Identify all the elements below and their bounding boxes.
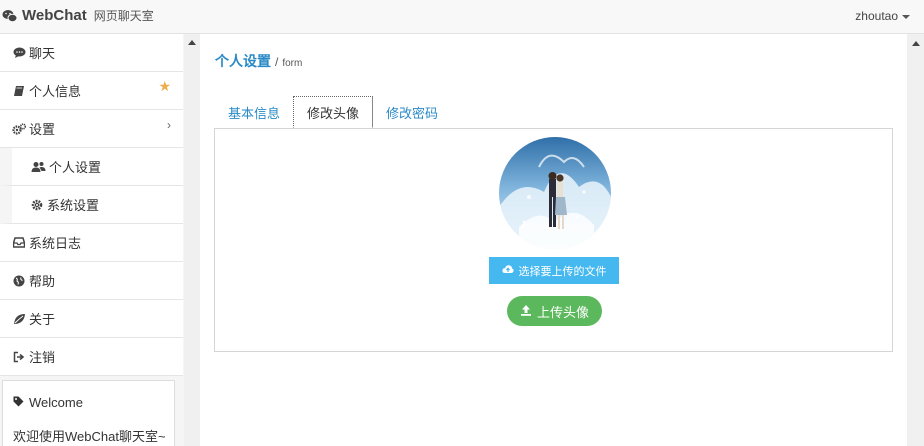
sidebar: 聊天 个人信息 ★ 设置 › 个人设置 系统设置 系统日志 帮助 关于 注销 W… xyxy=(0,34,200,446)
inbox-icon xyxy=(12,236,26,250)
sidebar-item-about[interactable]: 关于 xyxy=(0,300,183,338)
globe-icon xyxy=(12,274,26,288)
tag-icon xyxy=(13,395,24,410)
wechat-icon xyxy=(2,8,18,24)
sidebar-item-label: 注销 xyxy=(29,350,56,365)
scroll-up-icon[interactable] xyxy=(188,40,196,45)
breadcrumb-separator: / xyxy=(275,55,279,69)
avatar-image xyxy=(499,137,611,249)
sidebar-item-label: 帮助 xyxy=(29,274,56,289)
avatar-panel: 选择要上传的文件 上传头像 xyxy=(214,128,893,352)
sidebar-item-label: 个人信息 xyxy=(29,84,82,99)
upload-avatar-label: 上传头像 xyxy=(536,304,589,320)
welcome-title-text: Welcome xyxy=(29,395,83,410)
scroll-up-icon[interactable] xyxy=(912,41,920,46)
page-title: 个人设置 xyxy=(215,53,271,69)
sidebar-item-settings[interactable]: 设置 › xyxy=(0,110,183,148)
settings-tabs: 基本信息 修改头像 修改密码 xyxy=(215,96,451,128)
welcome-title: Welcome xyxy=(13,395,164,410)
top-navbar: WebChat 网页聊天室 zhoutao xyxy=(0,0,924,34)
welcome-panel: Welcome 欢迎使用WebChat聊天室~ xyxy=(2,380,175,446)
users-icon xyxy=(30,160,46,174)
sidebar-item-logout[interactable]: 注销 xyxy=(0,338,183,376)
brand[interactable]: WebChat 网页聊天室 xyxy=(2,7,154,24)
tab-basic-info[interactable]: 基本信息 xyxy=(215,96,293,128)
main-content: 个人设置 / form 基本信息 修改头像 修改密码 选择要上传的文件 上传头像 xyxy=(201,34,907,446)
comment-icon xyxy=(12,46,26,60)
sign-out-icon xyxy=(12,350,26,364)
upload-icon xyxy=(520,304,532,319)
gear-icon xyxy=(30,198,44,212)
tab-change-password[interactable]: 修改密码 xyxy=(373,96,451,128)
choose-file-label: 选择要上传的文件 xyxy=(518,265,607,278)
sidebar-item-label: 系统设置 xyxy=(47,198,100,213)
sidebar-subitem-system-settings[interactable]: 系统设置 xyxy=(0,186,183,224)
username: zhoutao xyxy=(855,9,898,23)
leaf-icon xyxy=(12,312,26,326)
sidebar-item-help[interactable]: 帮助 xyxy=(0,262,183,300)
sidebar-subitem-personal-settings[interactable]: 个人设置 xyxy=(0,148,183,186)
breadcrumb: 个人设置 / form xyxy=(215,51,302,71)
page-scrollbar[interactable] xyxy=(907,34,924,446)
app-name: WebChat xyxy=(22,7,87,24)
choose-file-button[interactable]: 选择要上传的文件 xyxy=(489,257,619,284)
upload-avatar-button[interactable]: 上传头像 xyxy=(507,296,602,326)
sidebar-item-profile[interactable]: 个人信息 ★ xyxy=(0,72,183,110)
book-icon xyxy=(12,84,26,98)
tab-change-avatar[interactable]: 修改头像 xyxy=(293,96,374,128)
user-menu[interactable]: zhoutao xyxy=(855,9,910,23)
sidebar-item-system-log[interactable]: 系统日志 xyxy=(0,224,183,262)
gears-icon xyxy=(12,122,26,136)
star-icon: ★ xyxy=(158,78,171,94)
sidebar-item-label: 聊天 xyxy=(29,46,56,61)
chevron-right-icon: › xyxy=(167,118,171,132)
sidebar-item-label: 关于 xyxy=(29,312,56,327)
sidebar-item-label: 个人设置 xyxy=(49,160,102,175)
app-subtitle: 网页聊天室 xyxy=(93,9,154,23)
sidebar-scrollbar[interactable] xyxy=(184,34,200,446)
breadcrumb-sub: form xyxy=(282,58,303,69)
sidebar-item-chat[interactable]: 聊天 xyxy=(0,34,183,72)
sidebar-item-label: 设置 xyxy=(29,122,56,137)
sidebar-item-label: 系统日志 xyxy=(29,236,82,251)
caret-down-icon xyxy=(902,15,910,19)
cloud-upload-icon xyxy=(501,264,514,277)
sidebar-nav: 聊天 个人信息 ★ 设置 › 个人设置 系统设置 系统日志 帮助 关于 注销 xyxy=(0,34,183,376)
welcome-text: 欢迎使用WebChat聊天室~ xyxy=(13,429,166,444)
